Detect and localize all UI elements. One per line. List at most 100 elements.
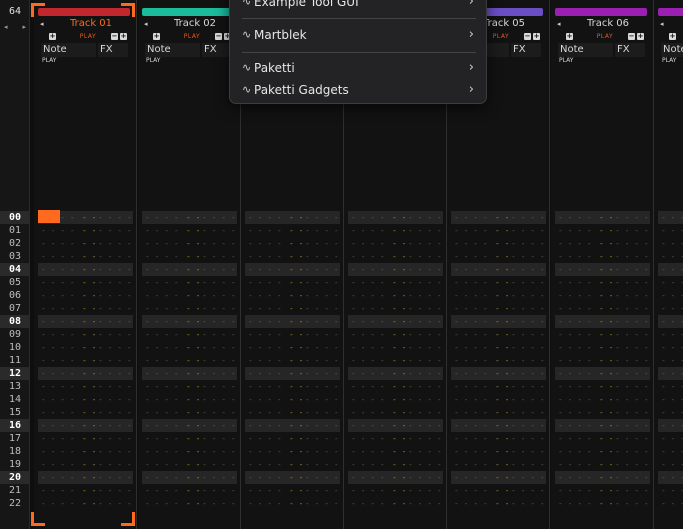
pattern-cell[interactable]: - - - -- -- - - -: [245, 341, 340, 354]
pattern-cell[interactable]: - - - -- -- - - -: [142, 380, 237, 393]
pattern-cell[interactable]: - - - -- -- - - -: [245, 432, 340, 445]
menu-item-paketti-gadgets[interactable]: ∿ Paketti Gadgets ›: [230, 80, 486, 100]
pattern-cell[interactable]: - - - -- -- - - -: [555, 263, 650, 276]
pattern-cell[interactable]: - - - -- -- - - -: [451, 419, 546, 432]
pattern-cell[interactable]: - - - -- -- - - -: [348, 471, 443, 484]
pattern-cell[interactable]: - - - -- -- - - -: [245, 406, 340, 419]
track-name[interactable]: Track 02: [154, 17, 236, 31]
pattern-cell[interactable]: - - - -- -- - - -: [245, 328, 340, 341]
pattern-cell[interactable]: - - - -- -- - - -: [451, 458, 546, 471]
minus-icon[interactable]: −: [524, 33, 531, 40]
pattern-cell[interactable]: - - - -- -- - - -: [38, 497, 133, 510]
note-column-header[interactable]: Note: [661, 43, 683, 57]
pattern-cell[interactable]: - - - -- -- - - -: [555, 289, 650, 302]
note-column-header[interactable]: Note: [558, 43, 613, 57]
pattern-cell[interactable]: - - - -- -- - - -: [451, 497, 546, 510]
pattern-cell[interactable]: - - - -- -- - - -: [658, 328, 683, 341]
pattern-cell[interactable]: - - - -- -- - - -: [451, 393, 546, 406]
pattern-cell[interactable]: - - - -- -- - - -: [555, 276, 650, 289]
pattern-cell[interactable]: - - - -- -- - - -: [38, 354, 133, 367]
pattern-cell[interactable]: - - - -- -- - - -: [451, 250, 546, 263]
fx-column-header[interactable]: FX: [98, 43, 128, 57]
pattern-cell[interactable]: - - - -- -- - - -: [658, 354, 683, 367]
pattern-cell[interactable]: - - - -- -- - - -: [38, 445, 133, 458]
pattern-cell[interactable]: - - - -- -- - - -: [348, 328, 443, 341]
pattern-cell[interactable]: - - - -- -- - - -: [658, 406, 683, 419]
pattern-cell[interactable]: - - - -- -- - - -: [555, 484, 650, 497]
pattern-cell[interactable]: - - - -- -- - - -: [38, 341, 133, 354]
track-column[interactable]: ◂ Track 01 + − + PLAY Note FX PLAY - - - -- -- - …: [34, 0, 137, 529]
pattern-cell[interactable]: - - - -- -- - - -: [658, 237, 683, 250]
pattern-cell[interactable]: - - - -- -- - - -: [245, 419, 340, 432]
pattern-cell[interactable]: - - - -- -- - - -: [38, 367, 133, 380]
pattern-cell[interactable]: - - - -- -- - - -: [245, 315, 340, 328]
pattern-cell[interactable]: - - - -- -- - - -: [245, 497, 340, 510]
pattern-cell[interactable]: - - - -- -- - - -: [348, 445, 443, 458]
plus-icon[interactable]: +: [637, 33, 644, 40]
pattern-cell[interactable]: - - - -- -- - - -: [555, 406, 650, 419]
pattern-cell[interactable]: - - - -- -- - - -: [451, 328, 546, 341]
pattern-cell[interactable]: - - - -- -- - - -: [142, 224, 237, 237]
pattern-cell[interactable]: - - - -- -- - - -: [658, 263, 683, 276]
pattern-cell[interactable]: - - - -- -- - - -: [348, 458, 443, 471]
pattern-cell[interactable]: - - - -- -- - - -: [555, 393, 650, 406]
pattern-cell[interactable]: - - - -- -- - - -: [142, 445, 237, 458]
pattern-cell[interactable]: - - - -- -- - - -: [142, 328, 237, 341]
menu-item-martblek[interactable]: ∿ Martblek ›: [230, 25, 486, 45]
pattern-cell[interactable]: - - - -- -- - - -: [38, 276, 133, 289]
pattern-cell[interactable]: - - - -- -- - - -: [348, 302, 443, 315]
pattern-cell[interactable]: - - - -- -- - - -: [451, 224, 546, 237]
pattern-cell[interactable]: - - - -- -- - - -: [348, 419, 443, 432]
pattern-cell[interactable]: - - - -- -- - - -: [38, 302, 133, 315]
pattern-cell[interactable]: - - - -- -- - - -: [245, 289, 340, 302]
menu-item-example-tool-gui[interactable]: ∿ Example Tool GUI ›: [230, 0, 486, 12]
pattern-cell[interactable]: - - - -- -- - - -: [348, 250, 443, 263]
pattern-cell[interactable]: - - - -- -- - - -: [348, 341, 443, 354]
pattern-cell[interactable]: - - - -- -- - - -: [555, 432, 650, 445]
pattern-cell[interactable]: - - - -- -- - - -: [658, 458, 683, 471]
pattern-cell[interactable]: - - - -- -- - - -: [142, 471, 237, 484]
pattern-cell[interactable]: - - - -- -- - - -: [658, 419, 683, 432]
pattern-cell[interactable]: - - - -- -- - - -: [245, 211, 340, 224]
pattern-cell[interactable]: - - - -- -- - - -: [555, 367, 650, 380]
pattern-cell[interactable]: - - - -- -- - - -: [38, 224, 133, 237]
plus-icon[interactable]: +: [49, 33, 56, 40]
note-column-header[interactable]: Note: [145, 43, 200, 57]
pattern-cell[interactable]: - - - -- -- - - -: [658, 276, 683, 289]
collapse-arrow-icon[interactable]: ◂: [660, 17, 664, 31]
lines-per-beat-value[interactable]: 64: [2, 4, 28, 20]
pattern-cell[interactable]: - - - -- -- - - -: [245, 263, 340, 276]
pattern-cell[interactable]: - - - -- -- - - -: [348, 237, 443, 250]
pattern-cell[interactable]: - - - -- -- - - -: [658, 484, 683, 497]
fx-column-header[interactable]: FX: [615, 43, 645, 57]
pattern-cell[interactable]: - - - -- -- - - -: [658, 367, 683, 380]
pattern-cell[interactable]: - - - -- -- - - -: [555, 458, 650, 471]
pattern-cell[interactable]: - - - -- -- - - -: [348, 497, 443, 510]
pattern-cell[interactable]: - - - -- -- - - -: [38, 484, 133, 497]
fx-column-header[interactable]: FX: [511, 43, 541, 57]
pattern-cell[interactable]: - - - -- -- - - -: [142, 484, 237, 497]
pattern-cell[interactable]: - - - -- -- - - -: [658, 393, 683, 406]
track-column[interactable]: ◂ Track 02 + − + PLAY Note FX PLAY - - - -- -- - …: [138, 0, 241, 529]
pattern-cell[interactable]: - - - -- -- - - -: [245, 224, 340, 237]
pattern-cell[interactable]: - - - -- -- - - -: [555, 250, 650, 263]
pattern-cell[interactable]: - - - -- -- - - -: [142, 497, 237, 510]
collapse-arrow-icon[interactable]: ◂: [557, 17, 561, 31]
pattern-cell[interactable]: - - - -- -- - - -: [142, 406, 237, 419]
pattern-cell[interactable]: - - - -- -- - - -: [245, 393, 340, 406]
pattern-cell[interactable]: - - - -- -- - - -: [348, 432, 443, 445]
pattern-cell[interactable]: - - - -- -- - - -: [451, 263, 546, 276]
arrow-left-icon[interactable]: ◂: [4, 22, 8, 32]
pattern-cell[interactable]: - - - -- -- - - -: [451, 445, 546, 458]
pattern-cell[interactable]: - - - -- -- - - -: [38, 289, 133, 302]
pattern-cell[interactable]: - - - -- -- - - -: [658, 432, 683, 445]
pattern-cell[interactable]: - - - -- -- - - -: [451, 211, 546, 224]
minus-icon[interactable]: −: [215, 33, 222, 40]
track-name[interactable]: Track 01: [50, 17, 132, 31]
pattern-cell[interactable]: - - - -- -- - - -: [451, 406, 546, 419]
plus-icon[interactable]: +: [533, 33, 540, 40]
pattern-cell[interactable]: - - - -- -- - - -: [38, 328, 133, 341]
fx-column-header[interactable]: FX: [202, 43, 232, 57]
pattern-cell[interactable]: - - - -- -- - - -: [348, 484, 443, 497]
pattern-cell[interactable]: - - - -- -- - - -: [245, 276, 340, 289]
